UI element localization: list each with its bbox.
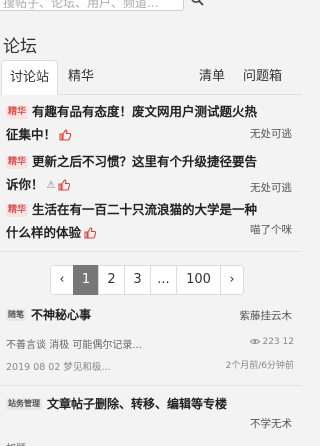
thread-time-ago: 2个月前/6分钟前	[225, 361, 295, 371]
topic-title-line: 征集中！	[6, 127, 57, 142]
thread-title[interactable]: 站务管理 文章帖子删除、转移、编辑等专楼	[6, 395, 227, 412]
topic-author[interactable]: 无处可逃	[250, 180, 292, 195]
featured-badge: 精华	[6, 106, 29, 119]
divider	[0, 251, 302, 252]
topic-title-line: 生活在有一百二十只流浪猫的大学是一种	[32, 202, 258, 217]
search-placeholder: 搜帖子、论坛、用户、频道...	[3, 0, 159, 10]
search-button[interactable]	[186, 0, 210, 11]
topic-item[interactable]: 精华 有趣有品有态度！废文网用户测试题火热 征集中！ 无处可逃	[0, 100, 302, 150]
thread-title-text: 不神秘心事	[31, 308, 92, 322]
featured-badge: 精华	[6, 156, 29, 169]
thread-title[interactable]: 随笔 不神秘心事	[6, 306, 91, 323]
thread-excerpt: 不善言谈 消极 可能偶尔记录...	[6, 340, 142, 351]
search-icon	[191, 0, 204, 6]
pagination: ‹ 1 2 3 ... 100 ›	[50, 265, 244, 295]
tab-featured[interactable]: 精华	[68, 60, 94, 95]
thread-stats: 223 12	[249, 337, 295, 347]
page-ellipsis: ...	[150, 265, 177, 295]
page-button[interactable]: 3	[124, 265, 151, 295]
topic-author[interactable]: 无处可逃	[250, 126, 292, 141]
view-reply-count: 223 12	[262, 337, 295, 347]
topic-title-line: 诉你！	[6, 177, 44, 192]
topic-title-line: 更新之后不习惯？这里有个升级捷径要告	[32, 154, 258, 169]
next-page-button[interactable]: ›	[220, 265, 244, 295]
thread-title-text: 文章帖子删除、转移、编辑等专楼	[47, 397, 228, 411]
page-button[interactable]: 100	[176, 265, 221, 295]
search-bar: 搜帖子、论坛、用户、频道...	[0, 0, 302, 12]
thumbs-up-icon	[84, 223, 97, 246]
thread-author[interactable]: 不学无术	[250, 416, 292, 431]
topic-title[interactable]: 精华 更新之后不习惯？这里有个升级捷径要告 诉你！ ⚠	[6, 150, 286, 198]
featured-badge: 精华	[6, 204, 29, 217]
eye-icon	[249, 339, 260, 344]
tab-questions[interactable]: 问题箱	[243, 60, 282, 95]
category-badge: 随笔	[6, 309, 26, 321]
page-button[interactable]: 2	[98, 265, 125, 295]
thumbs-up-icon	[59, 125, 72, 148]
topic-title-line: 什么样的体验	[6, 225, 82, 240]
thumbs-up-icon	[58, 175, 71, 198]
divider	[0, 385, 302, 386]
thread-author[interactable]: 紫藤挂云木	[240, 308, 293, 323]
thread-excerpt: 如题	[6, 440, 26, 446]
forum-tabs: 讨论站 精华 清单 问题箱	[0, 60, 302, 95]
page-title: 论坛	[3, 37, 37, 57]
thread-card[interactable]: 随笔 不神秘心事 紫藤挂云木 不善言谈 消极 可能偶尔记录... 223 12 2…	[0, 302, 302, 382]
topic-author[interactable]: 喵了个咪	[250, 222, 292, 237]
tab-forum[interactable]: 讨论站	[1, 60, 59, 95]
prev-page-button[interactable]: ‹	[50, 265, 74, 295]
thread-date: 2019 08 02 梦见和极...	[6, 362, 111, 373]
tab-list[interactable]: 清单	[199, 60, 225, 95]
topic-title[interactable]: 精华 生活在有一百二十只流浪猫的大学是一种 什么样的体验	[6, 198, 286, 246]
category-badge: 站务管理	[6, 398, 42, 410]
search-input[interactable]: 搜帖子、论坛、用户、频道...	[0, 0, 184, 11]
thread-card[interactable]: 站务管理 文章帖子删除、转移、编辑等专楼 不学无术	[0, 392, 302, 432]
topic-item[interactable]: 精华 更新之后不习惯？这里有个升级捷径要告 诉你！ ⚠ 无处可逃	[0, 150, 302, 200]
topic-title[interactable]: 精华 有趣有品有态度！废文网用户测试题火热 征集中！	[6, 100, 286, 148]
warning-icon: ⚠	[46, 180, 56, 191]
topic-item[interactable]: 精华 生活在有一百二十只流浪猫的大学是一种 什么样的体验 喵了个咪	[0, 198, 302, 248]
topic-title-line: 有趣有品有态度！废文网用户测试题火热	[32, 104, 258, 119]
page-button[interactable]: 1	[73, 265, 99, 295]
